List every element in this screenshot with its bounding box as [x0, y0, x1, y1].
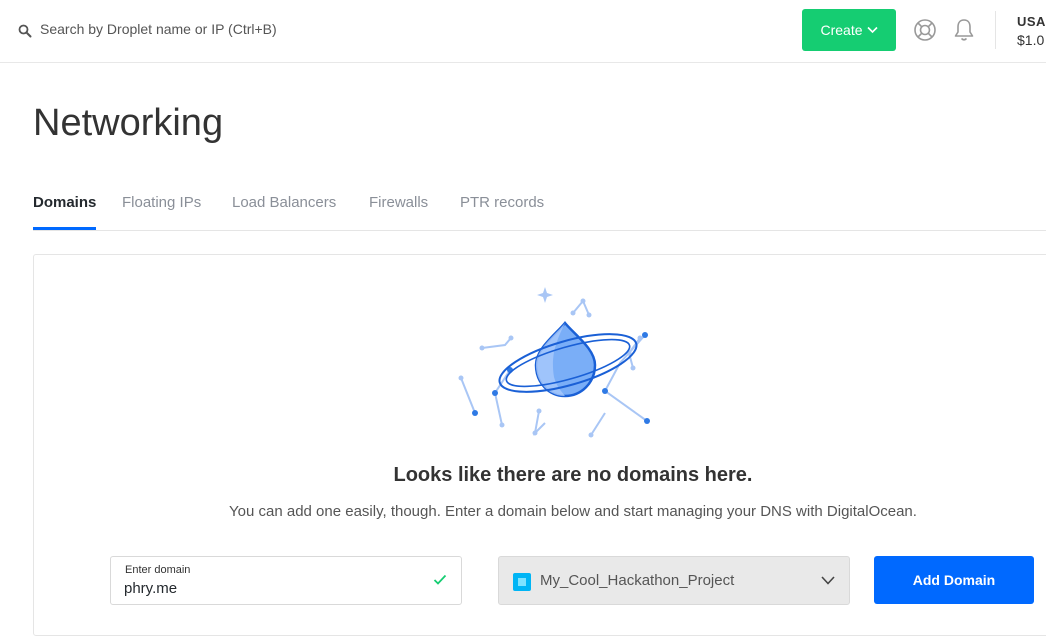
- domain-field[interactable]: Enter domain: [110, 556, 462, 605]
- domain-field-label: Enter domain: [125, 564, 191, 576]
- empty-state-heading: Looks like there are no domains here.: [393, 464, 753, 486]
- create-button[interactable]: Create: [802, 9, 896, 51]
- droplet-planet-illustration: [458, 287, 650, 438]
- help-icon[interactable]: [913, 18, 937, 42]
- tab-bar: Domains Floating IPs Load Balancers Fire…: [33, 184, 1046, 231]
- add-domain-button[interactable]: Add Domain: [874, 556, 1034, 604]
- search-input[interactable]: [40, 18, 440, 40]
- create-button-label: Create: [820, 22, 863, 38]
- top-bar: Create USA $1.0: [0, 0, 1046, 63]
- check-icon: [433, 574, 447, 585]
- tab-load-balancers[interactable]: Load Balancers: [232, 194, 336, 211]
- project-select[interactable]: My_Cool_Hackathon_Project: [498, 556, 850, 605]
- search-icon: [18, 24, 32, 38]
- tab-floating-ips[interactable]: Floating IPs: [122, 194, 201, 211]
- chevron-down-icon: [866, 26, 878, 34]
- tab-firewalls[interactable]: Firewalls: [369, 194, 428, 211]
- tab-domains[interactable]: Domains: [33, 194, 96, 211]
- active-tab-indicator: [33, 227, 96, 230]
- project-select-value: My_Cool_Hackathon_Project: [540, 572, 735, 589]
- project-icon: [513, 573, 531, 591]
- page-title: Networking: [33, 102, 224, 144]
- empty-state-description: You can add one easily, though. Enter a …: [229, 503, 917, 520]
- header-divider: [995, 11, 996, 49]
- bell-icon[interactable]: [952, 17, 976, 43]
- chevron-down-icon: [821, 576, 835, 585]
- domain-input[interactable]: [124, 578, 414, 598]
- account-balance[interactable]: $1.0: [1017, 32, 1044, 48]
- account-name[interactable]: USA: [1017, 14, 1046, 29]
- tab-ptr-records[interactable]: PTR records: [460, 194, 544, 211]
